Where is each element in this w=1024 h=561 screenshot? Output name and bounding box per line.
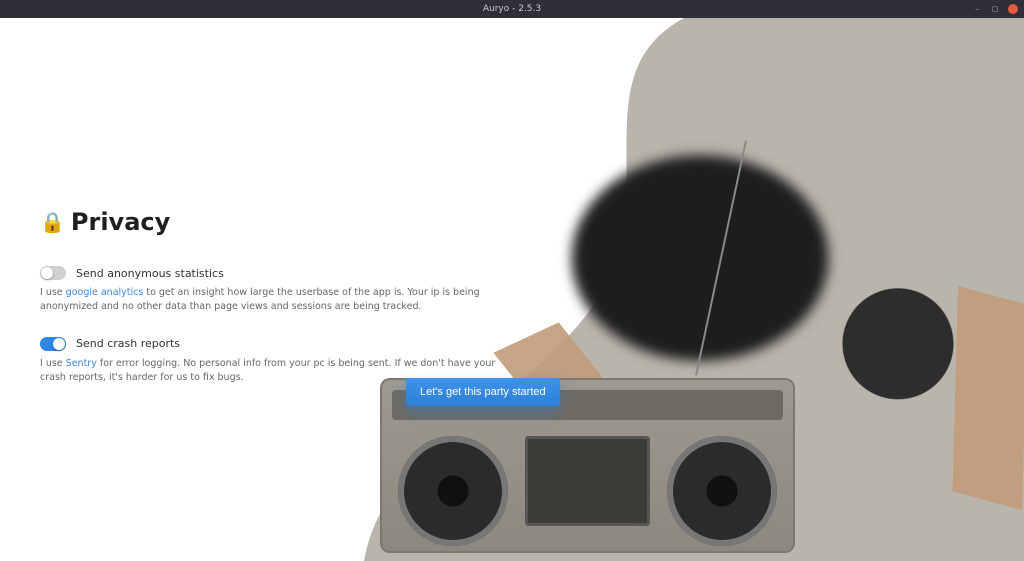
app-window: 🔒 Privacy Send anonymous statistics I us… [0, 18, 1024, 561]
maximize-icon[interactable]: ▢ [990, 4, 1000, 14]
setting-description: I use google analytics to get an insight… [40, 286, 520, 315]
page-title: 🔒 Privacy [40, 208, 520, 236]
window-title: Auryo - 2.5.3 [483, 4, 541, 14]
page-heading-text: Privacy [71, 208, 170, 236]
titlebar: Auryo - 2.5.3 – ▢ [0, 0, 1024, 18]
link-sentry[interactable]: Sentry [66, 358, 97, 369]
close-icon[interactable] [1008, 4, 1018, 14]
toggle-crash-reports[interactable] [40, 337, 66, 351]
toggle-label: Send anonymous statistics [76, 267, 224, 280]
link-google-analytics[interactable]: google analytics [66, 287, 144, 298]
toggle-anonymous-stats[interactable] [40, 266, 66, 280]
lock-icon: 🔒 [40, 210, 65, 234]
continue-button[interactable]: Let's get this party started [406, 378, 560, 406]
window-controls: – ▢ [972, 0, 1018, 18]
minimize-icon[interactable]: – [972, 4, 982, 14]
toggle-label: Send crash reports [76, 337, 180, 350]
hero-person [550, 138, 850, 378]
setting-anonymous-stats: Send anonymous statistics I use google a… [40, 266, 520, 315]
